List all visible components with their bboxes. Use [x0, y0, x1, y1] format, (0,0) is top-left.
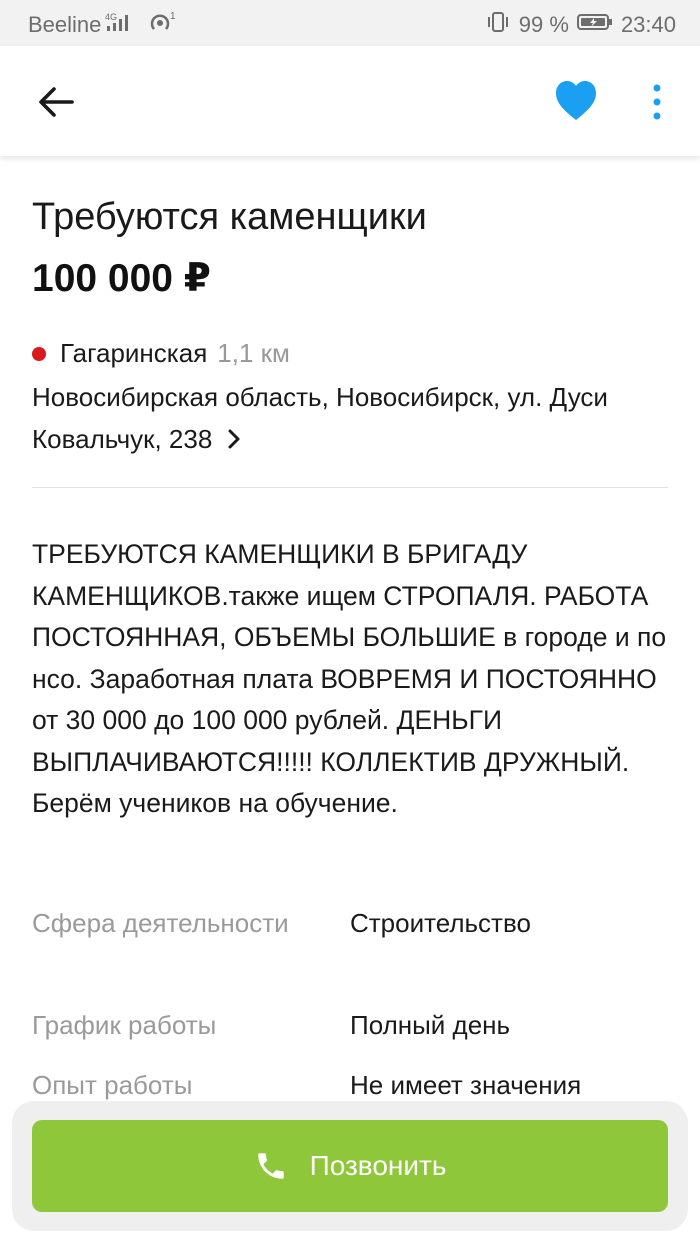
network-type: 4G: [105, 12, 117, 22]
call-button[interactable]: Позвонить: [32, 1120, 668, 1212]
param-value: Строительство: [350, 908, 531, 938]
param-label: График работы: [32, 1010, 217, 1040]
listing-params: Сфера деятельности Строительство График …: [32, 902, 672, 1124]
divider: [32, 487, 668, 488]
listing-description: ТРЕБУЮТСЯ КАМЕНЩИКИ В БРИГАДУ КАМЕНЩИКОВ…: [32, 539, 667, 818]
call-button-label: Позвонить: [309, 1150, 447, 1181]
metro-station: Гагаринская 1,1 км: [32, 338, 290, 369]
svg-text:1: 1: [170, 11, 176, 22]
more-options-button[interactable]: [645, 82, 669, 122]
metro-distance: 1,1 км: [217, 338, 290, 368]
chevron-right-icon: [226, 420, 242, 462]
phone-icon: [254, 1149, 288, 1183]
param-label: Опыт работы: [32, 1070, 193, 1100]
more-vert-icon: [653, 84, 661, 120]
param-row: График работы Полный день: [32, 1004, 672, 1064]
heart-icon: [556, 81, 596, 120]
battery-percent: 99 %: [518, 12, 569, 37]
metro-station-name: Гагаринская: [60, 338, 208, 368]
top-app-bar: [0, 46, 700, 156]
address-text: Новосибирская область, Новосибирск, ул. …: [32, 382, 608, 454]
clock: 23:40: [620, 12, 676, 37]
param-row: Сфера деятельности Строительство: [32, 902, 672, 1004]
listing-title: Требуются каменщики: [32, 196, 427, 238]
hotspot-icon: 1: [149, 10, 179, 40]
param-label: Сфера деятельности: [32, 908, 289, 938]
favorite-button[interactable]: [552, 78, 600, 122]
status-bar: Beeline 4G 1 99 % 23:40: [0, 0, 700, 46]
signal-icon: 4G: [105, 11, 149, 39]
back-arrow-icon: [39, 87, 74, 117]
carrier-name: Beeline: [28, 12, 102, 37]
param-value: Не имеет значения: [350, 1070, 582, 1100]
battery-icon: [576, 12, 613, 38]
address-link[interactable]: Новосибирская область, Новосибирск, ул. …: [32, 376, 672, 462]
listing-price: 100 000 ₽: [32, 257, 211, 300]
metro-line-icon: [32, 346, 46, 361]
param-value: Полный день: [350, 1010, 511, 1040]
back-button[interactable]: [36, 82, 76, 122]
vibrate-icon: [485, 10, 511, 40]
